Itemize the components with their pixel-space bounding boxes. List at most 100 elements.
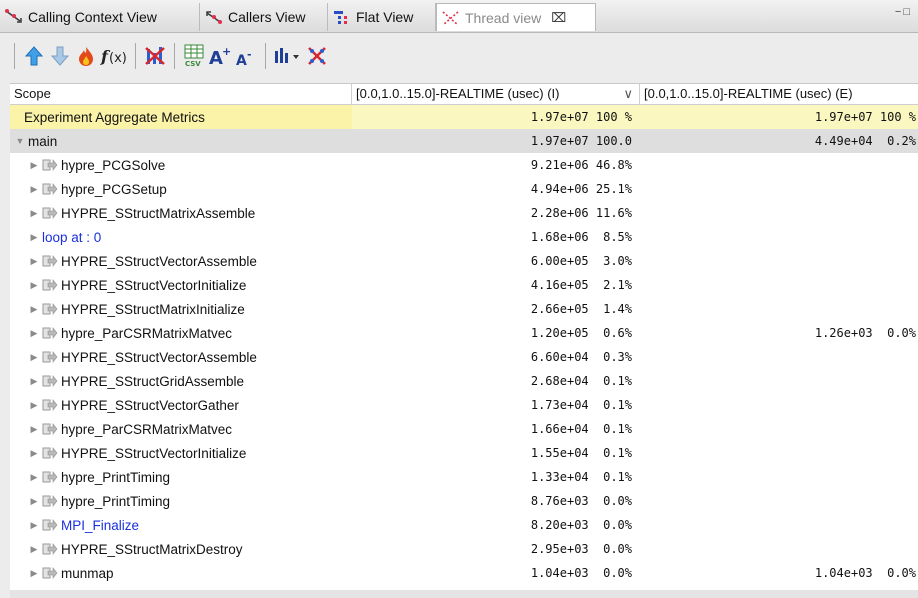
graph-dropdown-button[interactable] bbox=[272, 43, 304, 69]
inclusive-value-cell: 2.28e+06 11.6% bbox=[530, 206, 632, 220]
tab-callers-view[interactable]: Callers View bbox=[200, 3, 328, 31]
collapse-triangle-icon[interactable]: ▶ bbox=[28, 472, 40, 483]
tree-row[interactable]: ▶ MPI_Finalize 8.20e+03 0.0% bbox=[10, 513, 918, 537]
scope-cell: ▶ HYPRE_SStructVectorAssemble bbox=[10, 345, 369, 369]
call-site-icon[interactable] bbox=[42, 542, 58, 556]
collapse-triangle-icon[interactable]: ▶ bbox=[28, 544, 40, 555]
scope-cell: ▶ HYPRE_SStructGridAssemble bbox=[10, 369, 369, 393]
tree-row[interactable]: ▶ loop at : 0 1.68e+06 8.5% bbox=[10, 225, 918, 249]
call-site-icon[interactable] bbox=[42, 374, 58, 388]
call-site-icon[interactable] bbox=[42, 278, 58, 292]
font-decrease-button[interactable]: A - bbox=[233, 43, 259, 69]
call-site-icon[interactable] bbox=[42, 158, 58, 172]
call-site-icon[interactable] bbox=[42, 350, 58, 364]
scope-column-header[interactable]: Scope bbox=[10, 84, 352, 104]
scope-cell: ▶ HYPRE_SStructMatrixAssemble bbox=[10, 201, 369, 225]
collapse-triangle-icon[interactable]: ▶ bbox=[28, 352, 40, 363]
hpcviewer-window: Calling Context View Callers View Flat V… bbox=[0, 0, 918, 598]
tree-row[interactable]: ▶ hypre_PCGSolve 9.21e+06 46.8% bbox=[10, 153, 918, 177]
collapse-triangle-icon[interactable]: ▶ bbox=[28, 496, 40, 507]
window-controls[interactable]: −□ bbox=[895, 6, 912, 18]
call-site-icon[interactable] bbox=[42, 182, 58, 196]
collapse-triangle-icon[interactable]: ▶ bbox=[28, 304, 40, 315]
call-site-icon[interactable] bbox=[42, 494, 58, 508]
filter-metrics-button[interactable] bbox=[142, 43, 168, 69]
tab-calling-context-view[interactable]: Calling Context View bbox=[0, 3, 200, 31]
toolbar: f (x) CSV A + A - bbox=[0, 33, 918, 79]
scope-cell: ▶ hypre_ParCSRMatrixMatvec bbox=[10, 321, 369, 345]
horizontal-scrollbar[interactable] bbox=[10, 590, 918, 598]
collapse-triangle-icon[interactable]: ▶ bbox=[28, 256, 40, 267]
expand-triangle-icon[interactable]: ▼ bbox=[14, 136, 26, 146]
call-site-icon[interactable] bbox=[42, 566, 58, 580]
tree-row[interactable]: ▶ hypre_PrintTiming 1.33e+04 0.1% bbox=[10, 465, 918, 489]
tab-flat-view[interactable]: Flat View bbox=[328, 3, 436, 31]
exclusive-column-header[interactable]: [0.0,1.0..15.0]-REALTIME (usec) (E) bbox=[640, 84, 918, 104]
scope-label: HYPRE_SStructVectorGather bbox=[61, 397, 239, 413]
inclusive-value-cell: 8.20e+03 0.0% bbox=[530, 518, 632, 532]
tab-thread-view[interactable]: Thread view ⌧ bbox=[436, 3, 596, 31]
call-site-icon[interactable] bbox=[42, 254, 58, 268]
inclusive-value-cell: 1.68e+06 8.5% bbox=[530, 230, 632, 244]
tree-row[interactable]: ▶ hypre_PrintTiming 8.76e+03 0.0% bbox=[10, 489, 918, 513]
collapse-triangle-icon[interactable]: ▶ bbox=[28, 208, 40, 219]
exclusive-value-cell bbox=[640, 369, 918, 393]
collapse-triangle-icon[interactable]: ▶ bbox=[28, 568, 40, 579]
tree-row[interactable]: ▶ HYPRE_SStructVectorInitialize 1.55e+04 0… bbox=[10, 441, 918, 465]
collapse-triangle-icon[interactable]: ▶ bbox=[28, 400, 40, 411]
tree-row[interactable]: ▶ hypre_ParCSRMatrixMatvec 1.20e+05 0.6% 1.… bbox=[10, 321, 918, 345]
scope-label[interactable]: MPI_Finalize bbox=[61, 518, 139, 533]
hot-path-button[interactable] bbox=[73, 43, 99, 69]
tree-row[interactable]: ▶ HYPRE_SStructVectorAssemble 6.00e+05 3.0… bbox=[10, 249, 918, 273]
tree-row[interactable]: ▶ HYPRE_SStructVectorAssemble 6.60e+04 0.3… bbox=[10, 345, 918, 369]
inclusive-value-cell: 4.16e+05 2.1% bbox=[530, 278, 632, 292]
collapse-triangle-icon[interactable]: ▶ bbox=[28, 328, 40, 339]
call-site-icon[interactable] bbox=[42, 446, 58, 460]
call-site-icon[interactable] bbox=[42, 470, 58, 484]
metrics-tree-table[interactable]: Scope [0.0,1.0..15.0]-REALTIME (usec) (I… bbox=[10, 83, 918, 592]
collapse-triangle-icon[interactable]: ▶ bbox=[28, 184, 40, 195]
tree-row[interactable]: ▶ hypre_PCGSetup 4.94e+06 25.1% bbox=[10, 177, 918, 201]
collapse-triangle-icon[interactable]: ▶ bbox=[28, 376, 40, 387]
call-site-icon[interactable] bbox=[42, 518, 58, 532]
zoom-in-button[interactable] bbox=[21, 43, 47, 69]
exclusive-value-cell bbox=[640, 177, 918, 201]
collapse-triangle-icon[interactable]: ▶ bbox=[28, 424, 40, 435]
call-site-icon[interactable] bbox=[42, 206, 58, 220]
collapse-triangle-icon[interactable]: ▶ bbox=[28, 448, 40, 459]
call-site-icon[interactable] bbox=[42, 398, 58, 412]
collapse-triangle-icon[interactable]: ▶ bbox=[28, 232, 40, 243]
inclusive-value-cell: 1.97e+07 100 % bbox=[352, 105, 638, 129]
close-tab-icon[interactable]: ⌧ bbox=[551, 10, 566, 26]
font-increase-button[interactable]: A + bbox=[207, 43, 233, 69]
inclusive-value-cell: 1.73e+04 0.1% bbox=[530, 398, 632, 412]
thread-view-button[interactable] bbox=[304, 43, 330, 69]
exclusive-value-cell bbox=[640, 345, 918, 369]
collapse-triangle-icon[interactable]: ▶ bbox=[28, 520, 40, 531]
tree-row[interactable]: ▶ HYPRE_SStructMatrixAssemble 2.28e+06 11.… bbox=[10, 201, 918, 225]
tree-row[interactable]: ▶ HYPRE_SStructMatrixInitialize 2.66e+05 1… bbox=[10, 297, 918, 321]
exclusive-value-cell bbox=[640, 249, 918, 273]
csv-export-button[interactable]: CSV bbox=[181, 43, 207, 69]
inclusive-value-cell: 2.68e+04 0.1% bbox=[530, 374, 632, 388]
tree-row-main[interactable]: ▼ main 1.97e+07 100.0 4.49e+04 0.2% bbox=[10, 129, 918, 153]
tree-row[interactable]: ▶ HYPRE_SStructMatrixDestroy 2.95e+03 0.0% bbox=[10, 537, 918, 561]
scope-label: hypre_PCGSetup bbox=[61, 181, 167, 197]
call-site-icon[interactable] bbox=[42, 302, 58, 316]
aggregate-metrics-row[interactable]: Experiment Aggregate Metrics 1.97e+07 100… bbox=[10, 105, 918, 129]
tree-row[interactable]: ▶ hypre_ParCSRMatrixMatvec 1.66e+04 0.1% bbox=[10, 417, 918, 441]
zoom-out-button[interactable] bbox=[47, 43, 73, 69]
tree-row[interactable]: ▶ HYPRE_SStructGridAssemble 2.68e+04 0.1% bbox=[10, 369, 918, 393]
tree-row[interactable]: ▶ HYPRE_SStructVectorGather 1.73e+04 0.1% bbox=[10, 393, 918, 417]
derived-metric-button[interactable]: f (x) bbox=[99, 43, 129, 69]
tree-row[interactable]: ▶ HYPRE_SStructVectorInitialize 4.16e+05 2… bbox=[10, 273, 918, 297]
call-site-icon[interactable] bbox=[42, 422, 58, 436]
collapse-triangle-icon[interactable]: ▶ bbox=[28, 160, 40, 171]
exclusive-value-cell bbox=[640, 225, 918, 249]
inclusive-column-header[interactable]: [0.0,1.0..15.0]-REALTIME (usec) (I) ∨ bbox=[352, 84, 640, 104]
tree-row[interactable]: ▶ munmap 1.04e+03 0.0% 1.04e+03 0.0% bbox=[10, 561, 918, 585]
inclusive-value-cell: 1.33e+04 0.1% bbox=[530, 470, 632, 484]
call-site-icon[interactable] bbox=[42, 326, 58, 340]
collapse-triangle-icon[interactable]: ▶ bbox=[28, 280, 40, 291]
scope-label[interactable]: loop at : 0 bbox=[42, 230, 101, 245]
